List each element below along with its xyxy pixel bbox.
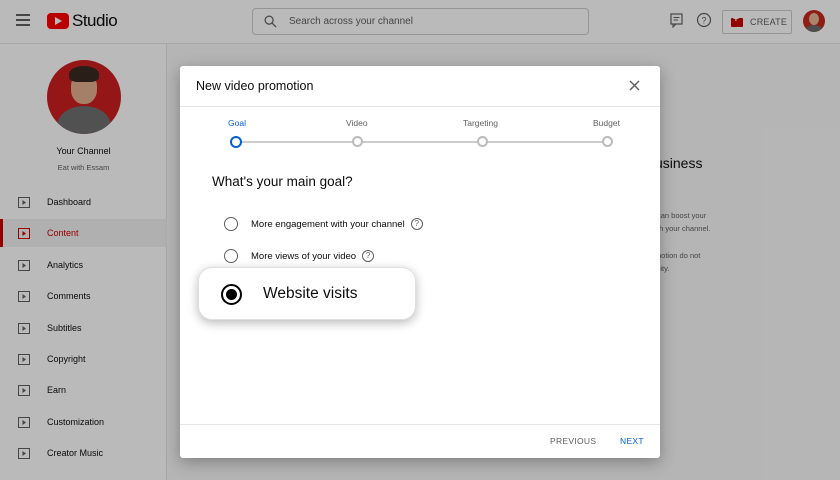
help-icon[interactable]: ? <box>362 250 375 262</box>
step-budget-label[interactable]: Budget <box>593 118 620 128</box>
close-icon[interactable] <box>629 80 640 91</box>
step-goal-dot[interactable] <box>230 136 242 148</box>
step-video-dot[interactable] <box>352 136 363 147</box>
option-label: More views of your video <box>251 250 357 262</box>
dialog-header: New video promotion <box>180 66 660 107</box>
promotion-dialog: New video promotion Goal Video Targeting… <box>180 66 660 458</box>
next-button[interactable]: NEXT <box>620 436 644 446</box>
option-website-visits[interactable]: Website visits <box>198 267 416 320</box>
engagement-radio[interactable] <box>224 217 238 231</box>
views-radio[interactable] <box>224 249 238 263</box>
option-label: Website visits <box>263 285 358 302</box>
dialog-footer: PREVIOUS NEXT <box>180 424 660 458</box>
stepper-track <box>242 141 605 143</box>
option-views[interactable]: More views of your video ? <box>224 247 375 265</box>
step-video-label[interactable]: Video <box>346 118 368 128</box>
option-engagement[interactable]: More engagement with your channel ? <box>224 215 423 233</box>
website-visits-radio[interactable] <box>221 284 242 305</box>
help-icon[interactable]: ? <box>410 218 423 230</box>
goal-question: What's your main goal? <box>212 174 353 189</box>
step-targeting-label[interactable]: Targeting <box>463 118 498 128</box>
step-budget-dot[interactable] <box>602 136 613 147</box>
previous-button[interactable]: PREVIOUS <box>550 436 596 446</box>
dialog-title: New video promotion <box>196 79 314 93</box>
step-goal-label[interactable]: Goal <box>228 118 246 128</box>
option-label: More engagement with your channel <box>251 218 405 230</box>
step-targeting-dot[interactable] <box>477 136 488 147</box>
